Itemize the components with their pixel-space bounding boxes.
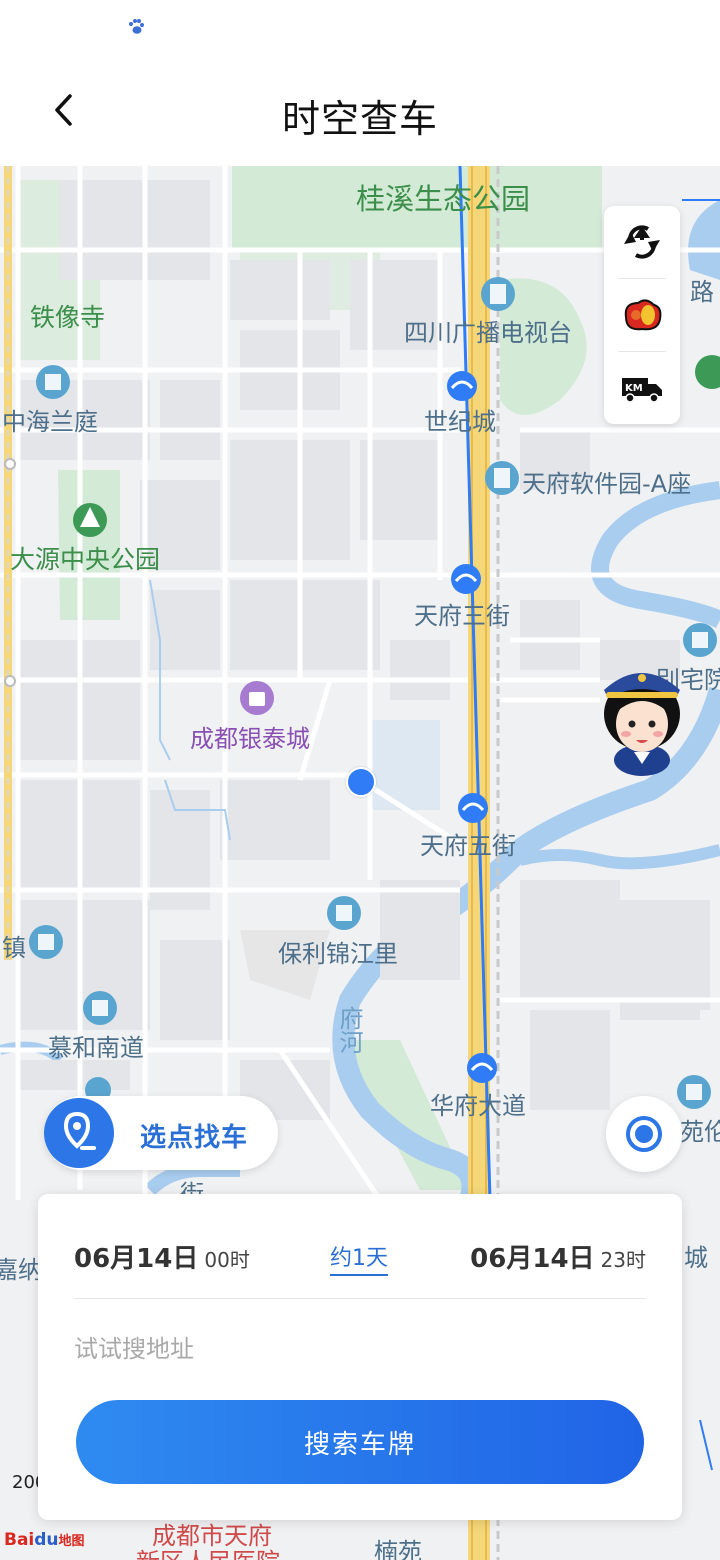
- search-plate-button[interactable]: 搜索车牌: [76, 1400, 644, 1484]
- poi-label[interactable]: 苑伦: [680, 1112, 720, 1147]
- end-hour: 23时: [600, 1248, 646, 1272]
- poi-label[interactable]: 中海兰庭: [2, 402, 98, 437]
- date-range-row: 06月14日 00时 约1天 06月14日 23时: [38, 1194, 682, 1300]
- svg-text:KM: KM: [625, 383, 643, 394]
- poi-label[interactable]: 四川广播电视台: [404, 313, 572, 348]
- poi-label[interactable]: 大源中央公园: [10, 540, 160, 576]
- poi-label[interactable]: 慕和南道: [48, 1028, 144, 1063]
- poi-label[interactable]: 桂溪生态公园: [356, 176, 530, 218]
- poi-label[interactable]: 世纪城: [424, 402, 496, 437]
- pick-point-button[interactable]: 选点找车: [44, 1096, 278, 1170]
- poi-label[interactable]: 天府软件园-A座: [522, 464, 691, 499]
- end-date: 06月14日: [470, 1244, 595, 1274]
- poi-label[interactable]: 保利锦江里: [278, 934, 398, 969]
- poi-label[interactable]: 铁像寺: [30, 298, 105, 334]
- km-truck-icon: KM: [622, 378, 662, 403]
- page-title: 时空查车: [281, 97, 438, 141]
- heat-map-tool[interactable]: [604, 279, 680, 351]
- start-date: 06月14日: [74, 1244, 199, 1274]
- baidu-map-logo: Baidu地图: [4, 1530, 85, 1550]
- heat-map-icon: [624, 299, 662, 331]
- refresh-tool[interactable]: [604, 206, 680, 278]
- panel-divider: [74, 1298, 646, 1299]
- pick-point-icon-wrap: [44, 1098, 114, 1168]
- start-hour: 00时: [204, 1248, 250, 1272]
- query-panel: 06月14日00时 约1天 06月14日23时 搜索车牌: [38, 1194, 682, 1520]
- poi-label[interactable]: 镇: [2, 928, 26, 963]
- poi-label[interactable]: 新区人民医院: [136, 1542, 280, 1560]
- nav-bar: 时空查车: [0, 60, 720, 166]
- target-location-icon: [626, 1116, 662, 1152]
- current-location-marker: [346, 767, 376, 797]
- poi-label[interactable]: 嘉纳: [0, 1250, 42, 1285]
- duration-label[interactable]: 约1天: [330, 1240, 388, 1276]
- poi-label[interactable]: 楠苑: [374, 1532, 422, 1560]
- mileage-tool[interactable]: KM: [604, 352, 680, 424]
- map-toolbox: KM: [604, 206, 680, 424]
- end-time-selector[interactable]: 06月14日 23时: [470, 1238, 646, 1275]
- officer-assistant-icon[interactable]: [596, 660, 688, 776]
- paw-icon: [129, 19, 144, 34]
- poi-label[interactable]: 华府大道: [430, 1086, 526, 1121]
- poi-label[interactable]: 天府五街: [420, 826, 516, 861]
- poi-label[interactable]: 成都银泰城: [190, 719, 310, 754]
- poi-label[interactable]: 路: [690, 272, 714, 307]
- recycle-arrows-icon: [624, 225, 660, 259]
- location-pin-icon: [63, 1111, 96, 1150]
- pick-point-label: 选点找车: [140, 1123, 249, 1153]
- address-search-input[interactable]: [74, 1324, 646, 1374]
- start-time-selector[interactable]: 06月14日 00时: [74, 1238, 250, 1275]
- status-bar: [0, 0, 720, 60]
- locate-me-button[interactable]: [606, 1096, 682, 1172]
- poi-label[interactable]: 城: [684, 1238, 708, 1273]
- river-label: 府河: [335, 1006, 363, 1054]
- poi-label[interactable]: 天府三街: [414, 596, 510, 631]
